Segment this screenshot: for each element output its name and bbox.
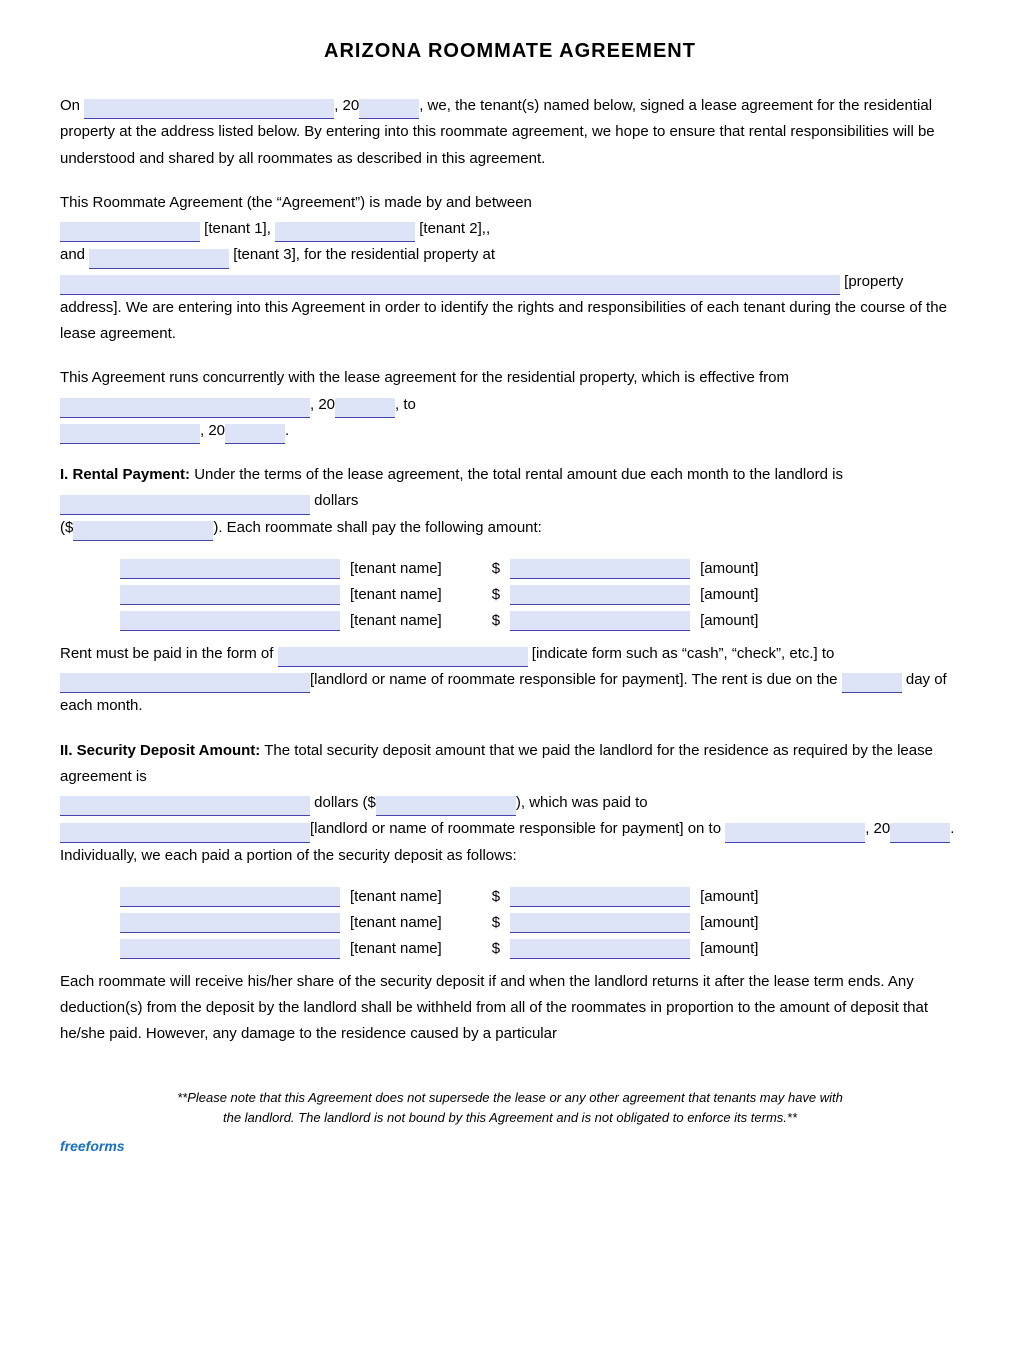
runs-pre: This Agreement runs concurrently with th…	[60, 369, 789, 386]
runs-end-period: .	[285, 422, 289, 439]
footnote-section: **Please note that this Agreement does n…	[60, 1088, 960, 1158]
section1-rental-payment: I. Rental Payment: Under the terms of th…	[60, 462, 960, 541]
rent-form-pre: Rent must be paid in the form of	[60, 645, 278, 662]
s2-amount3-label: [amount]	[700, 940, 758, 957]
field-year-signed[interactable]	[359, 99, 419, 119]
field-landlord-name[interactable]	[60, 673, 310, 693]
field-payment-form[interactable]	[278, 647, 528, 667]
field-property[interactable]	[60, 275, 840, 295]
field-s1-amount3[interactable]	[510, 611, 690, 631]
parties-section: This Roommate Agreement (the “Agreement”…	[60, 190, 960, 348]
s1-tenant3-label: [tenant name]	[350, 612, 442, 629]
field-date-signed[interactable]	[84, 99, 334, 119]
s2-tenant2-dollar: $	[492, 914, 500, 931]
field-effective-to[interactable]	[60, 424, 200, 444]
s1-amount1-label: [amount]	[700, 560, 758, 577]
field-s1-amount1[interactable]	[510, 559, 690, 579]
field-deposit-num[interactable]	[376, 796, 516, 816]
section2-dollars-pre: dollars ($	[310, 794, 376, 811]
section1-text1: Under the terms of the lease agreement, …	[194, 466, 843, 483]
field-deposit-words[interactable]	[60, 796, 310, 816]
s2-tenant3-dollar: $	[492, 940, 500, 957]
footnote-line2: the landlord. The landlord is not bound …	[60, 1108, 960, 1129]
s2-amount2-label: [amount]	[700, 914, 758, 931]
s1-tenant2-dollar: $	[492, 586, 500, 603]
table-row: [tenant name] $ [amount]	[120, 887, 960, 907]
table-row: [tenant name] $ [amount]	[120, 559, 960, 579]
section2-heading: II. Security Deposit Amount:	[60, 742, 260, 759]
s1-amount3-label: [amount]	[700, 612, 758, 629]
field-s1-tenant2-name[interactable]	[120, 585, 340, 605]
section1-dollar-sign: ($	[60, 519, 73, 536]
section1-dollars: dollars	[310, 492, 358, 509]
s1-tenant2-label: [tenant name]	[350, 586, 442, 603]
s1-tenant1-dollar: $	[492, 560, 500, 577]
intro-section: On , 20, we, the tenant(s) named below, …	[60, 93, 960, 172]
field-total-rent-dollars[interactable]	[73, 521, 213, 541]
table-row: [tenant name] $ [amount]	[120, 611, 960, 631]
field-tenant3[interactable]	[89, 249, 229, 269]
section1-rent-form: Rent must be paid in the form of [indica…	[60, 641, 960, 720]
runs-to: , to	[395, 396, 416, 413]
property-address-label: address]. We are entering into this Agre…	[60, 299, 947, 342]
tenant1-label: [tenant 1],	[200, 220, 275, 237]
table-row: [tenant name] $ [amount]	[120, 913, 960, 933]
s2-tenant1-label: [tenant name]	[350, 888, 442, 905]
parties-pre: This Roommate Agreement (the “Agreement”…	[60, 194, 532, 211]
field-total-rent[interactable]	[60, 495, 310, 515]
runs-section: This Agreement runs concurrently with th…	[60, 365, 960, 444]
field-deposit-landlord[interactable]	[60, 823, 310, 843]
section1-heading: I. Rental Payment:	[60, 466, 190, 483]
table-row: [tenant name] $ [amount]	[120, 585, 960, 605]
rent-form-mid: [indicate form such as “cash”, “check”, …	[528, 645, 835, 662]
s2-tenant2-label: [tenant name]	[350, 914, 442, 931]
field-s2-tenant2-name[interactable]	[120, 913, 340, 933]
s2-amount1-label: [amount]	[700, 888, 758, 905]
field-tenant2[interactable]	[275, 222, 415, 242]
intro-on-label: On	[60, 97, 84, 114]
section2-security-deposit: II. Security Deposit Amount: The total s…	[60, 738, 960, 869]
intro-year-pre: , 20	[334, 97, 359, 114]
s1-tenant3-dollar: $	[492, 612, 500, 629]
field-due-day[interactable]	[842, 673, 902, 693]
field-s1-amount2[interactable]	[510, 585, 690, 605]
s2-tenant1-dollar: $	[492, 888, 500, 905]
page-title: ARIZONA ROOMMATE AGREEMENT	[60, 40, 960, 63]
field-deposit-year[interactable]	[890, 823, 950, 843]
s1-amount2-label: [amount]	[700, 586, 758, 603]
footnote-line1: **Please note that this Agreement does n…	[60, 1088, 960, 1109]
section2-text4: [landlord or name of roommate responsibl…	[310, 820, 725, 837]
table-row: [tenant name] $ [amount]	[120, 939, 960, 959]
field-effective-from[interactable]	[60, 398, 310, 418]
runs-year2-pre: , 20	[200, 422, 225, 439]
field-s2-tenant1-name[interactable]	[120, 887, 340, 907]
field-s2-amount3[interactable]	[510, 939, 690, 959]
section2-paid-to: ), which was paid to	[516, 794, 648, 811]
field-year-to[interactable]	[225, 424, 285, 444]
section1-tenant-table: [tenant name] $ [amount] [tenant name] $…	[120, 559, 960, 631]
freeforms-brand: freeforms	[60, 1135, 960, 1157]
property-label: [property	[840, 273, 903, 290]
field-s1-tenant3-name[interactable]	[120, 611, 340, 631]
section1-text4: ). Each roommate shall pay the following…	[213, 519, 542, 536]
field-year-from[interactable]	[335, 398, 395, 418]
field-s2-tenant3-name[interactable]	[120, 939, 340, 959]
field-tenant1[interactable]	[60, 222, 200, 242]
field-s2-amount2[interactable]	[510, 913, 690, 933]
rent-form-post: [landlord or name of roommate responsibl…	[310, 671, 842, 688]
tenant3-label: [tenant 3], for the residential property…	[229, 246, 495, 263]
runs-year1-pre: , 20	[310, 396, 335, 413]
tenant2-label: [tenant 2],,	[415, 220, 490, 237]
s2-tenant3-label: [tenant name]	[350, 940, 442, 957]
field-s2-amount1[interactable]	[510, 887, 690, 907]
field-deposit-date[interactable]	[725, 823, 865, 843]
and-label: and	[60, 246, 85, 263]
section2-tenant-table: [tenant name] $ [amount] [tenant name] $…	[120, 887, 960, 959]
s1-tenant1-label: [tenant name]	[350, 560, 442, 577]
closing-paragraph: Each roommate will receive his/her share…	[60, 969, 960, 1048]
section2-year-pre: , 20	[865, 820, 890, 837]
field-s1-tenant1-name[interactable]	[120, 559, 340, 579]
